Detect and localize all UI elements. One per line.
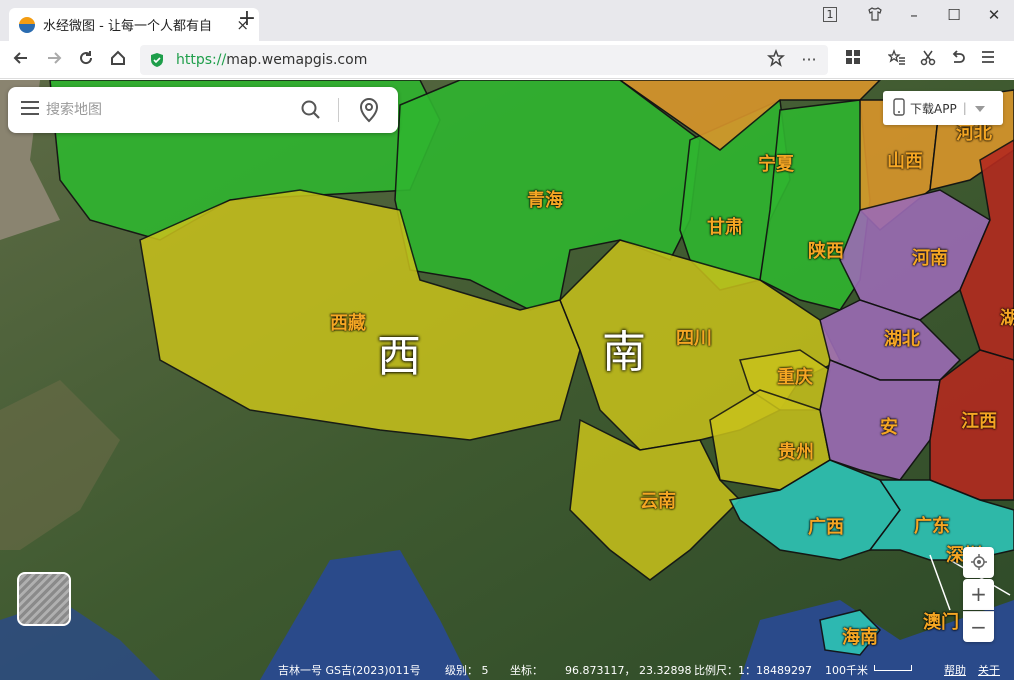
- scale-text: 比例尺：1：18489297: [694, 664, 812, 677]
- province-label: 重庆: [777, 367, 813, 388]
- download-app-label: 下载APP: [910, 101, 957, 116]
- more-icon[interactable]: ···: [798, 49, 820, 71]
- province-label: 青海: [527, 190, 563, 211]
- home-icon[interactable]: [107, 49, 129, 71]
- browser-toolbar: https://map.wemapgis.com ···: [0, 41, 1014, 79]
- province-label: 宁夏: [758, 154, 794, 175]
- search-icon[interactable]: [300, 99, 322, 125]
- browser-tab[interactable]: 水经微图 - 让每一个人都有自 ×: [9, 8, 259, 41]
- about-link[interactable]: 关于: [978, 662, 1000, 678]
- minimize-button[interactable]: –: [903, 6, 925, 26]
- forward-icon[interactable]: [43, 49, 65, 71]
- province-label: 山西: [887, 151, 923, 172]
- address-bar[interactable]: https://map.wemapgis.com: [140, 45, 828, 75]
- coord-label: 坐标：: [510, 664, 543, 677]
- locate-me-button[interactable]: [963, 547, 994, 578]
- star-icon[interactable]: [765, 48, 787, 71]
- province-label: 海南: [842, 627, 878, 648]
- region-label: 南: [602, 327, 646, 378]
- province-label: 湖南: [1000, 308, 1014, 329]
- province-label: 甘肃: [707, 217, 743, 238]
- region-label: 西: [377, 331, 421, 382]
- phone-icon: [893, 97, 905, 119]
- scalebar-label: 100千米: [825, 664, 868, 677]
- tab-count-icon[interactable]: 1: [823, 7, 837, 22]
- province-label: 广西: [808, 517, 844, 538]
- province-label: 云南: [640, 491, 676, 512]
- province-label: 西藏: [330, 313, 366, 334]
- tab-title: 水经微图 - 让每一个人都有自: [43, 19, 212, 34]
- scissors-icon[interactable]: [917, 49, 939, 71]
- new-tab-button[interactable]: +: [236, 8, 258, 31]
- back-icon[interactable]: [10, 49, 32, 71]
- zoom-level: 级别： 5: [445, 664, 489, 677]
- location-pin-icon[interactable]: [358, 97, 380, 127]
- url-host: map.wemapgis.com: [226, 52, 368, 68]
- province-label: 河南: [912, 248, 948, 269]
- province-label: 陕西: [808, 241, 844, 262]
- search-input[interactable]: [46, 98, 286, 122]
- close-window-button[interactable]: ✕: [983, 6, 1005, 26]
- shirt-icon[interactable]: [864, 6, 886, 26]
- province-label: 江西: [961, 411, 997, 432]
- map-terrain: [0, 80, 1014, 680]
- chevron-down-icon[interactable]: [974, 101, 985, 115]
- tab-bar: 水经微图 - 让每一个人都有自 × + 1 – ☐ ✕: [0, 0, 1014, 41]
- imagery-source: 吉林一号 GS吉(2023)011号: [278, 664, 421, 677]
- zoom-in-button[interactable]: +: [963, 579, 994, 610]
- maximize-button[interactable]: ☐: [943, 6, 965, 26]
- province-label: 安: [880, 417, 898, 438]
- reload-icon[interactable]: [75, 49, 97, 71]
- shield-icon: [150, 52, 164, 68]
- province-label: 湖北: [884, 329, 920, 350]
- province-label: 四川: [676, 328, 712, 349]
- scalebar-graphic: [874, 665, 912, 671]
- search-divider: [338, 98, 339, 122]
- url-scheme: https://: [176, 52, 227, 68]
- favorites-icon[interactable]: [886, 49, 908, 71]
- province-label: 澳门: [923, 612, 959, 633]
- download-app-button[interactable]: 下载APP |: [883, 91, 1003, 125]
- help-link[interactable]: 帮助: [944, 662, 966, 678]
- layer-switch-button[interactable]: [17, 572, 71, 626]
- apps-icon[interactable]: [842, 49, 864, 71]
- coord-value: 96.873117， 23.32898: [565, 664, 692, 677]
- site-favicon-icon: [19, 16, 35, 33]
- menu-icon[interactable]: [977, 49, 999, 71]
- zoom-out-button[interactable]: −: [963, 611, 994, 642]
- download-app-sep: |: [962, 101, 967, 115]
- status-bar: 吉林一号 GS吉(2023)011号 级别： 5 坐标： 96.873117， …: [0, 658, 1014, 680]
- map-search-box: [8, 87, 398, 133]
- map-canvas[interactable]: 青海 甘肃 宁夏 陕西 山西 河北 西藏 四川 重庆 河南 湖北 湖南 安 江西…: [0, 80, 1014, 680]
- hamburger-menu-icon[interactable]: [21, 101, 39, 115]
- province-label: 贵州: [778, 442, 814, 463]
- province-label: 广东: [914, 516, 950, 537]
- undo-icon[interactable]: [947, 49, 969, 71]
